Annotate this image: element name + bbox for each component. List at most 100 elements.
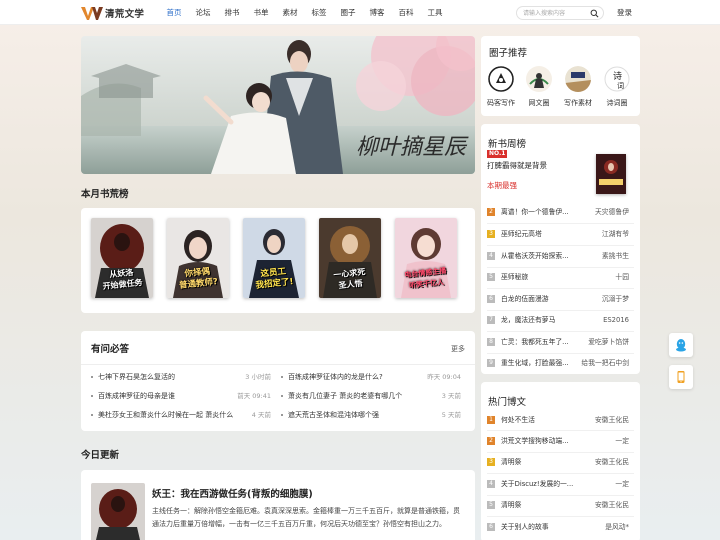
qa-item[interactable]: 百练成神罗征体内的龙是什么? 昨天 09:04 [281,371,461,383]
rank-author: 素挑书生 [601,252,629,260]
hot-post-title: 何处不生活 [501,416,535,424]
search-icon[interactable] [590,9,599,18]
no1-badge: NO.1 [487,150,508,158]
circle-item-material[interactable]: 写作素材 [561,66,595,108]
hot-post-title: 洪荒文学搜狗移动端... [501,437,569,445]
search-input[interactable] [517,7,587,19]
nav-wiki[interactable]: 百科 [392,0,420,25]
today-update-title: 今日更新 [81,450,120,461]
hot-post-row[interactable]: 1 何处不生活 安徽王化民 [487,414,633,426]
qa-item-time: 3 天前 [441,392,461,400]
rank-row[interactable]: 8 亡灵：我都死五年了... 爱吃萝卜馅饼 [487,336,633,348]
hot-post-author: 是风动* [605,523,629,531]
webnovel-circle-icon [526,66,552,92]
hot-post-row[interactable]: 6 关于别人的故事 是风动* [487,521,633,533]
qa-title: 有问必答 [91,344,130,355]
rank-row[interactable]: 5 巫师秘旅 十园 [487,271,633,283]
top-book-cover[interactable] [596,154,626,194]
svg-text:诗: 诗 [613,71,622,82]
divider [487,353,634,354]
bullet [91,414,93,416]
nav-material[interactable]: 素材 [276,0,304,25]
hot-post-title: 清明祭 [501,458,522,466]
qa-item[interactable]: 遮天荒古圣体和混沌体哪个强 5 天前 [281,409,461,421]
divider [487,267,634,268]
rank-book-name: 白龙的伍面漫游 [501,295,549,303]
svg-text:词: 词 [617,82,624,90]
book-cover-1[interactable]: 从妖洛 开始做任务 [91,218,153,298]
nav-booklist[interactable]: 书单 [247,0,275,25]
rank-number: 4 [487,252,495,260]
hot-post-author: 一定 [615,437,629,445]
weekly-new-books-card: 新书周榜 NO.1 打脾霸得就是背景 本期最强 2 离谱！你一个德鲁伊... 天… [481,124,640,374]
login-link[interactable]: 登录 [617,0,632,25]
rank-row[interactable]: 2 离谱！你一个德鲁伊... 天灾德鲁伊 [487,206,633,218]
qa-item-text: 美杜莎女王和萧炎什么时候在一起 萧炎什么 [98,411,234,419]
rank-row[interactable]: 4 从霍格沃茨开始探索... 素挑书生 [487,250,633,262]
top-book-tag: 本期最强 [487,181,517,190]
rank-author: 天灾德鲁伊 [595,208,629,216]
nav-circle[interactable]: 圈子 [334,0,362,25]
rank-number: 5 [487,273,495,281]
mobile-phone-icon [677,371,685,383]
bullet [91,395,93,397]
rank-number: 2 [487,437,495,445]
rank-row[interactable]: 3 巫师纪元高塔 江湖有爷 [487,228,633,240]
qa-card: 有问必答 更多 七神下界石昊怎么复活的 3 小时前 百练成神罗征体内的龙是什么?… [81,331,475,431]
rank-number: 9 [487,359,495,367]
book-cover-2[interactable]: 你择偶 普通教师? [167,218,229,298]
circle-item-poetry[interactable]: 诗词 诗词圈 [600,66,634,108]
today-book-title[interactable]: 妖王：我在西游做任务(背叛的细胞膜) [152,486,313,500]
hot-post-row[interactable]: 5 清明祭 安徽王化民 [487,499,633,511]
book-cover-5[interactable]: 电台情感主播 听笑千亿人 [395,218,457,298]
qq-float-button[interactable] [669,333,693,357]
divider [487,288,634,289]
rank-book-name: 从霍格沃茨开始探索... [501,252,569,260]
site-logo[interactable]: 清荒文学 [81,4,144,21]
nav-tags[interactable]: 标签 [305,0,333,25]
hot-post-author: 安徽王化民 [595,501,629,509]
circle-item-coder[interactable]: 码客写作 [484,66,518,108]
rank-row[interactable]: 7 龙，魔法还有萝马 ES2016 [487,314,633,326]
hot-post-row[interactable]: 2 洪荒文学搜狗移动端... 一定 [487,435,633,447]
hot-post-author: 安徽王化民 [595,416,629,424]
nav-tools[interactable]: 工具 [421,0,449,25]
hot-post-row[interactable]: 4 关于Discuz!发展的一... 一定 [487,478,633,490]
nav-rank[interactable]: 排书 [218,0,246,25]
weekly-title: 新书周榜 [488,139,527,150]
qa-item-text: 百炼成神罗征的母亲是谁 [98,392,175,400]
rank-row[interactable]: 6 白龙的伍面漫游 沉溺于梦 [487,293,633,305]
logo-icon [81,6,103,20]
nav-home[interactable]: 首页 [160,0,188,25]
circle-recommend-card: 圈子推荐 码客写作 网文圈 写作素材 诗词 诗词圈 [481,36,640,116]
hero-banner[interactable]: 柳叶摘星辰 [81,36,475,174]
rank-book-name: 巫师纪元高塔 [501,230,542,238]
nav-blog[interactable]: 博客 [363,0,391,25]
qa-item[interactable]: 七神下界石昊怎么复活的 3 小时前 [91,371,271,383]
qa-item[interactable]: 美杜莎女王和萧炎什么时候在一起 萧炎什么 4 天前 [91,409,271,421]
hot-posts-title: 热门博文 [488,397,527,408]
book-cover-4[interactable]: 一心求死 圣人悟 [319,218,381,298]
today-book-cover[interactable] [91,483,145,540]
hot-post-author: 安徽王化民 [595,458,629,466]
divider [487,310,634,311]
circle-item-webnovel[interactable]: 网文圈 [522,66,556,108]
qa-item-time: 4 天前 [251,411,271,419]
rank-row[interactable]: 9 重生化域，打脸最强... 给我一把石中剑 [487,357,633,369]
mobile-float-button[interactable] [669,365,693,389]
rank-book-name: 龙，魔法还有萝马 [501,316,556,324]
rank-number: 4 [487,480,495,488]
nav-forum[interactable]: 论坛 [189,0,217,25]
book-cover-3[interactable]: 这员工 我招定了! [243,218,305,298]
book-cover-image [596,154,626,194]
qa-more-link[interactable]: 更多 [451,344,465,354]
circle-item-label: 诗词圈 [606,99,628,107]
qa-item[interactable]: 萧炎有几位妻子 萧炎的老婆有哪几个 3 天前 [281,390,461,402]
rank-number: 1 [487,416,495,424]
qa-item[interactable]: 百炼成神罗征的母亲是谁 前天 09:41 [91,390,271,402]
hot-post-row[interactable]: 3 清明祭 安徽王化民 [487,456,633,468]
top-book-title[interactable]: 打脾霸得就是背景 [487,160,547,171]
hot-post-title: 清明祭 [501,501,522,509]
rank-author: 给我一把石中剑 [581,359,629,367]
qa-item-time: 前天 09:41 [237,392,271,400]
